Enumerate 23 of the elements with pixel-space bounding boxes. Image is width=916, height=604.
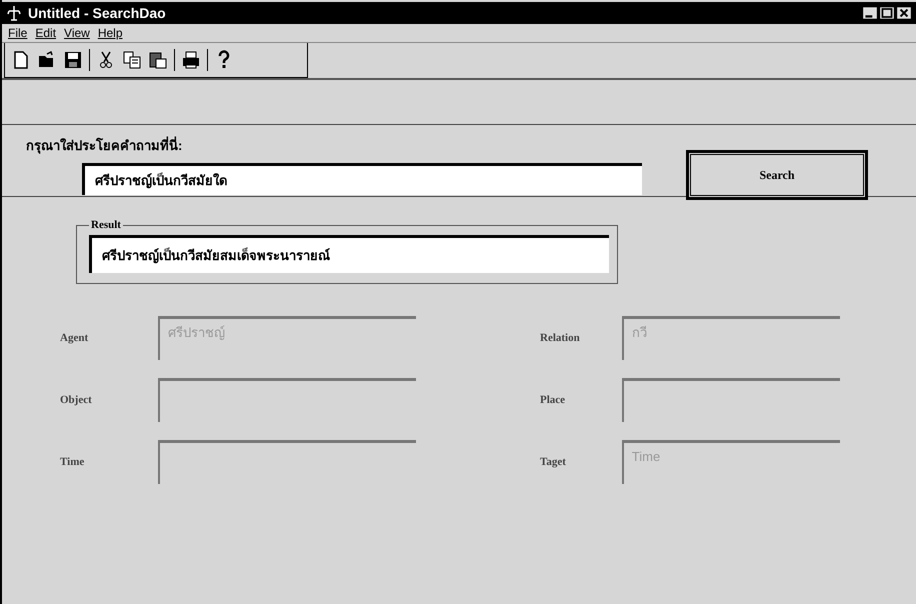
field-label: Taget [540, 456, 567, 468]
question-label: กรุณาใส่ประโยคคำถามที่นี่: [26, 136, 184, 156]
field-label: Object [60, 394, 93, 406]
search-button[interactable]: Search [688, 152, 866, 198]
clipboard-icon[interactable] [148, 50, 168, 70]
result-legend: Result [89, 219, 123, 231]
close-icon[interactable] [896, 6, 912, 20]
result-field[interactable]: ศรีปราชญ์เป็นกวีสมัยสมเด็จพระนารายณ์ [89, 235, 609, 273]
minimize-icon[interactable] [862, 6, 878, 20]
menu-item[interactable]: Edit [35, 26, 56, 40]
field-label: Relation [540, 332, 581, 344]
window-title: Untitled - SearchDao [28, 5, 167, 21]
field-label: Agent [60, 332, 90, 344]
copy-icon[interactable] [122, 50, 142, 70]
menu-item[interactable]: File [8, 26, 28, 40]
menu-item[interactable]: Help [98, 26, 123, 40]
maximize-icon[interactable] [879, 6, 895, 20]
field-label: Time [60, 456, 86, 468]
printer-icon[interactable] [181, 50, 201, 70]
app-icon [6, 5, 22, 21]
question-field[interactable]: ศรีปราชญ์เป็นกวีสมัยใด [82, 163, 642, 195]
menu-item[interactable]: View [64, 26, 90, 40]
field-label: Place [540, 394, 566, 406]
